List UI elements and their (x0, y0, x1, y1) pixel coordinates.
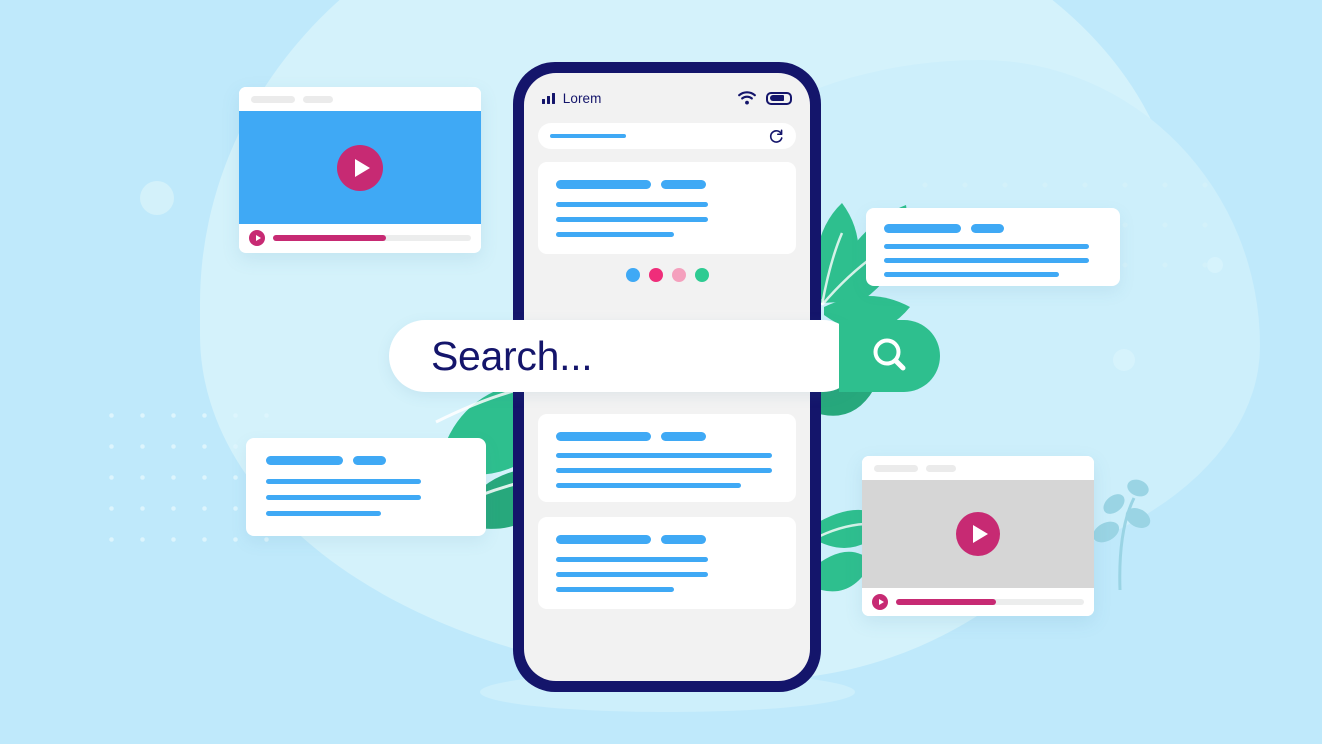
decorative-circle (140, 181, 174, 215)
video-card-titlebar (862, 456, 1094, 480)
title-bar-2 (661, 535, 706, 544)
text-line (556, 232, 674, 237)
text-line (556, 217, 708, 222)
window-pill-2 (303, 95, 333, 103)
signal-bars-icon (542, 92, 555, 104)
title-bar-2 (353, 456, 386, 465)
title-bar-1 (266, 456, 343, 465)
wifi-icon (738, 91, 756, 105)
text-line (556, 468, 772, 473)
window-pill-1 (874, 464, 918, 472)
title-bar-2 (661, 180, 706, 189)
title-bar-1 (556, 432, 651, 441)
text-line (556, 572, 708, 577)
text-line (266, 511, 381, 516)
content-card-left[interactable] (246, 438, 486, 536)
progress-fill (273, 235, 386, 241)
video-card-gray[interactable] (862, 456, 1094, 616)
decorative-circle-small (1113, 349, 1135, 371)
phone-status-bar: Lorem (524, 73, 810, 113)
video-screen[interactable] (239, 111, 481, 224)
video-screen[interactable] (862, 480, 1094, 588)
play-icon-small[interactable] (249, 230, 265, 246)
dot-active[interactable] (625, 268, 640, 282)
carrier-label: Lorem (562, 90, 602, 106)
text-line (556, 453, 772, 458)
illustration-scene: Lorem Search... (0, 0, 1322, 744)
title-bar-1 (556, 535, 651, 544)
search-icon (873, 338, 905, 371)
search-input-text: Search... (431, 332, 593, 379)
search-button[interactable] (839, 320, 940, 392)
phone-card-2[interactable] (538, 414, 796, 502)
phone-url-bar[interactable] (538, 123, 796, 149)
title-bar-2 (971, 224, 1004, 233)
play-icon[interactable] (337, 144, 383, 191)
progress-fill (896, 599, 996, 605)
dot-green[interactable] (694, 268, 709, 282)
url-text-placeholder (550, 134, 626, 138)
text-line (266, 479, 421, 484)
video-controls[interactable] (239, 224, 481, 252)
search-bar[interactable]: Search... (389, 320, 940, 392)
card-title-row (556, 535, 778, 544)
title-bar-1 (556, 180, 651, 189)
card-title-row (884, 224, 1102, 233)
card-title-row (266, 456, 466, 465)
text-line (556, 483, 741, 488)
progress-bar[interactable] (273, 235, 471, 241)
phone-card-1[interactable] (538, 162, 796, 254)
text-line (884, 244, 1089, 249)
card-title-row (556, 180, 778, 189)
battery-icon (766, 91, 792, 105)
phone-card-3[interactable] (538, 517, 796, 609)
search-input[interactable]: Search... (389, 320, 859, 392)
text-line (884, 258, 1089, 263)
text-line (884, 272, 1059, 277)
pagination-dots[interactable] (538, 268, 796, 282)
title-bar-1 (884, 224, 961, 233)
video-controls[interactable] (862, 588, 1094, 616)
content-card-right[interactable] (866, 208, 1120, 286)
play-icon-small[interactable] (872, 594, 888, 610)
text-line (266, 495, 421, 500)
reload-icon[interactable] (769, 129, 784, 144)
dot-pink[interactable] (648, 268, 663, 282)
window-pill-2 (926, 464, 956, 472)
dot-light-pink[interactable] (671, 268, 686, 282)
video-card-titlebar (239, 87, 481, 111)
text-line (556, 587, 674, 592)
text-line (556, 202, 708, 207)
title-bar-2 (661, 432, 706, 441)
video-card-blue[interactable] (239, 87, 481, 253)
window-pill-1 (251, 95, 295, 103)
card-title-row (556, 432, 778, 441)
play-icon[interactable] (956, 512, 1000, 556)
text-line (556, 557, 708, 562)
progress-bar[interactable] (896, 599, 1084, 605)
